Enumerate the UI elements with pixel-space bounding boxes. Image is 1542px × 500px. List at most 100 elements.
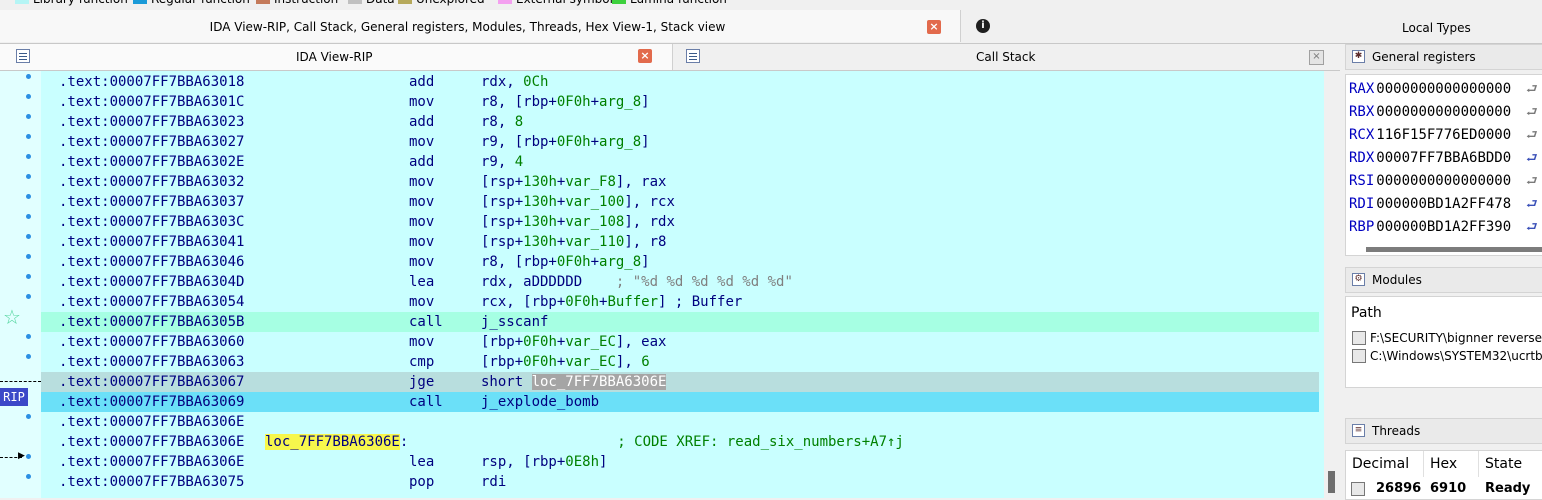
mnemonic[interactable]: lea bbox=[409, 272, 434, 292]
code-label[interactable]: loc_7FF7BBA6306E: bbox=[265, 432, 408, 452]
horizontal-scrollbar-thumb[interactable] bbox=[1366, 247, 1542, 252]
disasm-line[interactable]: .text:00007FF7BBA6304D lea rdx, aDDDDDD ; … bbox=[41, 272, 1319, 292]
breakpoint-dot[interactable] bbox=[26, 94, 31, 99]
operands[interactable]: r8, 8 bbox=[481, 112, 523, 132]
operands[interactable]: rsp, [rbp+0E8h] bbox=[481, 452, 607, 472]
disasm-line[interactable]: .text:00007FF7BBA6301C mov r8, [rbp+0F0h+a… bbox=[41, 92, 1319, 112]
register-row[interactable]: RSI 0000000000000000 bbox=[1349, 170, 1511, 192]
address[interactable]: .text:00007FF7BBA63063 bbox=[59, 352, 244, 372]
address[interactable]: .text:00007FF7BBA63069 bbox=[59, 392, 244, 412]
mnemonic[interactable]: mov bbox=[409, 212, 434, 232]
jump-arrow-icon[interactable]: ⮐ bbox=[1526, 152, 1542, 165]
address[interactable]: .text:00007FF7BBA6305B bbox=[59, 312, 244, 332]
scrollbar-thumb[interactable] bbox=[1328, 471, 1335, 493]
breakpoint-dot[interactable] bbox=[26, 274, 31, 279]
disasm-line[interactable]: .text:00007FF7BBA63027 mov r9, [rbp+0F0h+a… bbox=[41, 132, 1319, 152]
disasm-line[interactable]: .text:00007FF7BBA63067 jge short loc_7FF7B… bbox=[41, 372, 1319, 392]
address[interactable]: .text:00007FF7BBA6304D bbox=[59, 272, 244, 292]
address[interactable]: .text:00007FF7BBA63067 bbox=[59, 372, 244, 392]
disasm-line[interactable]: .text:00007FF7BBA63060 mov [rbp+0F0h+var_E… bbox=[41, 332, 1319, 352]
operands[interactable]: [rsp+130h+var_110], r8 bbox=[481, 232, 666, 252]
operands[interactable]: r9, 4 bbox=[481, 152, 523, 172]
mnemonic[interactable]: add bbox=[409, 112, 434, 132]
jump-arrow-icon[interactable]: ⮐ bbox=[1526, 106, 1542, 119]
disasm-line[interactable]: .text:00007FF7BBA6305B call j_sscanf bbox=[41, 312, 1319, 332]
mnemonic[interactable]: pop bbox=[409, 472, 434, 492]
mnemonic[interactable]: mov bbox=[409, 252, 434, 272]
breakpoint-dot[interactable] bbox=[26, 334, 31, 339]
operands[interactable]: ; CODE XREF: read_six_numbers+A7↑j bbox=[415, 432, 904, 452]
operands[interactable]: [rsp+130h+var_100], rcx bbox=[481, 192, 675, 212]
address[interactable]: .text:00007FF7BBA6301C bbox=[59, 92, 244, 112]
jump-arrow-icon[interactable]: ⮐ bbox=[1526, 221, 1542, 234]
mnemonic[interactable]: jge bbox=[409, 372, 434, 392]
register-row[interactable]: RAX 0000000000000000 bbox=[1349, 78, 1511, 100]
address[interactable]: .text:00007FF7BBA6303C bbox=[59, 212, 244, 232]
registers-list[interactable]: RAX 0000000000000000 ⮐ RBX 0000000000000000 ⮐… bbox=[1345, 74, 1542, 256]
address[interactable]: .text:00007FF7BBA63037 bbox=[59, 192, 244, 212]
breakpoint-dot[interactable] bbox=[26, 254, 31, 259]
disassembly-listing[interactable]: .text:00007FF7BBA63018 add rdx, 0Ch .text:0… bbox=[41, 71, 1324, 498]
disasm-line[interactable]: .text:00007FF7BBA63069 call j_explode_bomb bbox=[41, 392, 1319, 412]
mnemonic[interactable]: mov bbox=[409, 172, 434, 192]
disasm-line[interactable]: .text:00007FF7BBA63046 mov r8, [rbp+0F0h+a… bbox=[41, 252, 1319, 272]
mnemonic[interactable]: mov bbox=[409, 332, 434, 352]
disasm-line[interactable]: .text:00007FF7BBA63032 mov [rsp+130h+var_F… bbox=[41, 172, 1319, 192]
disasm-line[interactable]: .text:00007FF7BBA63037 mov [rsp+130h+var_1… bbox=[41, 192, 1319, 212]
breakpoint-dot[interactable] bbox=[26, 234, 31, 239]
operands[interactable]: [rsp+130h+var_108], rdx bbox=[481, 212, 675, 232]
mnemonic[interactable]: cmp bbox=[409, 352, 434, 372]
disasm-line[interactable]: .text:00007FF7BBA6302E add r9, 4 bbox=[41, 152, 1319, 172]
breakpoint-dot[interactable] bbox=[26, 154, 31, 159]
breakpoint-dot[interactable] bbox=[26, 194, 31, 199]
address[interactable]: .text:00007FF7BBA63027 bbox=[59, 132, 244, 152]
operands[interactable]: j_explode_bomb bbox=[481, 392, 599, 412]
mnemonic[interactable]: mov bbox=[409, 192, 434, 212]
threads-header[interactable]: ≡ Threads bbox=[1345, 418, 1542, 444]
address[interactable]: .text:00007FF7BBA63075 bbox=[59, 472, 244, 492]
disasm-line[interactable]: .text:00007FF7BBA63018 add rdx, 0Ch bbox=[41, 72, 1319, 92]
address[interactable]: .text:00007FF7BBA63023 bbox=[59, 112, 244, 132]
breakpoint-dot[interactable] bbox=[26, 114, 31, 119]
breakpoint-dot[interactable] bbox=[26, 454, 31, 459]
operands[interactable]: rcx, [rbp+0F0h+Buffer] ; Buffer bbox=[481, 292, 742, 312]
address[interactable]: .text:00007FF7BBA63054 bbox=[59, 292, 244, 312]
jump-arrow-icon[interactable]: ⮐ bbox=[1526, 129, 1542, 142]
disasm-line[interactable]: .text:00007FF7BBA63054 mov rcx, [rbp+0F0h+… bbox=[41, 292, 1319, 312]
operands[interactable]: [rsp+130h+var_F8], rax bbox=[481, 172, 666, 192]
jump-arrow-icon[interactable]: ⮐ bbox=[1526, 83, 1542, 96]
close-icon[interactable]: × bbox=[1309, 50, 1324, 65]
address[interactable]: .text:00007FF7BBA63046 bbox=[59, 252, 244, 272]
operands[interactable]: [rbp+0F0h+var_EC], 6 bbox=[481, 352, 650, 372]
breakpoint-dot[interactable] bbox=[26, 134, 31, 139]
mnemonic[interactable]: call bbox=[409, 312, 443, 332]
mnemonic[interactable]: add bbox=[409, 72, 434, 92]
operands[interactable]: [rbp+0F0h+var_EC], eax bbox=[481, 332, 666, 352]
mnemonic[interactable]: mov bbox=[409, 232, 434, 252]
list-item[interactable]: C:\Windows\SYSTEM32\ucrtb bbox=[1352, 347, 1542, 365]
address[interactable]: .text:00007FF7BBA6302E bbox=[59, 152, 244, 172]
register-value[interactable]: 000000BD1A2FF478 bbox=[1376, 196, 1511, 212]
register-row[interactable]: RCX 116F15F776ED0000 bbox=[1349, 124, 1511, 146]
disasm-line[interactable]: .text:00007FF7BBA6306E lea rsp, [rbp+0E8h] bbox=[41, 452, 1319, 472]
breakpoint-dot[interactable] bbox=[26, 354, 31, 359]
disasm-gutter[interactable]: ☆ RIP ▶ bbox=[0, 71, 41, 498]
mnemonic[interactable]: mov bbox=[409, 132, 434, 152]
operands[interactable]: r9, [rbp+0F0h+arg_8] bbox=[481, 132, 650, 152]
mnemonic[interactable]: lea bbox=[409, 452, 434, 472]
jump-arrow-icon[interactable]: ⮐ bbox=[1526, 175, 1542, 188]
vertical-scrollbar[interactable] bbox=[1324, 71, 1340, 498]
column-header-hex[interactable]: Hex bbox=[1424, 451, 1479, 477]
address[interactable]: .text:00007FF7BBA63032 bbox=[59, 172, 244, 192]
breakpoint-dot[interactable] bbox=[26, 214, 31, 219]
threads-table[interactable]: Decimal Hex State 26896 6910 Ready bbox=[1345, 450, 1542, 500]
disasm-line[interactable]: .text:00007FF7BBA6303C mov [rsp+130h+var_1… bbox=[41, 212, 1319, 232]
column-header-decimal[interactable]: Decimal bbox=[1346, 451, 1424, 477]
mnemonic[interactable]: call bbox=[409, 392, 443, 412]
column-header-state[interactable]: State bbox=[1479, 451, 1542, 477]
close-icon[interactable]: × bbox=[927, 20, 941, 34]
close-icon[interactable]: × bbox=[638, 49, 652, 63]
disasm-line[interactable]: .text:00007FF7BBA6306E bbox=[41, 412, 1319, 432]
jump-arrow-icon[interactable]: ⮐ bbox=[1526, 198, 1542, 211]
tab-ida-view-rip[interactable]: IDA View-RIP × bbox=[0, 44, 673, 70]
